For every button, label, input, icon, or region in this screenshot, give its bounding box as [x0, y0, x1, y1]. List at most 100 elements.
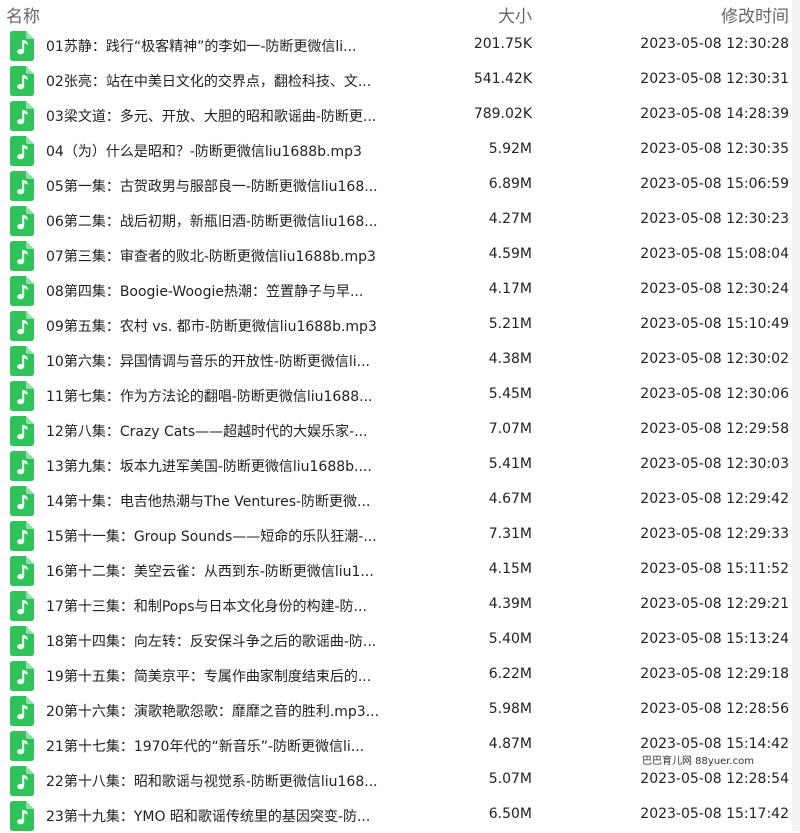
- file-row[interactable]: 16第十二集：美空云雀：从西到东-防断更微信liu1... 4.15M 2023-0…: [0, 553, 800, 588]
- music-file-icon: [10, 416, 34, 446]
- music-file-icon: [10, 171, 34, 201]
- file-size: 4.38M: [488, 351, 532, 367]
- music-file-icon: [10, 451, 34, 481]
- file-row[interactable]: 18第十四集：向左转：反安保斗争之后的歌谣曲-防... 5.40M 2023-05-…: [0, 623, 800, 658]
- file-row[interactable]: 14第十集：电吉他热潮与The Ventures-防断更微... 4.67M 202…: [0, 483, 800, 518]
- file-size: 6.89M: [488, 176, 532, 192]
- file-name[interactable]: 11第七集：作为方法论的翻唱-防断更微信liu1688...: [46, 386, 373, 406]
- file-name[interactable]: 22第十八集：昭和歌谣与视觉系-防断更微信liu168...: [46, 771, 378, 791]
- file-size: 4.27M: [488, 211, 532, 227]
- music-file-icon: [10, 731, 34, 761]
- music-file-icon: [10, 346, 34, 376]
- column-header-name[interactable]: 名称: [6, 2, 40, 27]
- file-name[interactable]: 20第十六集：演歌艳歌怨歌：靡靡之音的胜利.mp3...: [46, 701, 379, 721]
- music-file-icon: [10, 241, 34, 271]
- file-row[interactable]: 13第九集：坂本九进军美国-防断更微信liu1688b.... 5.41M 2023…: [0, 448, 800, 483]
- music-file-icon: [10, 696, 34, 726]
- file-modified-time: 2023-05-08 12:30:28: [640, 36, 789, 52]
- column-header-modified[interactable]: 修改时间: [721, 2, 789, 27]
- file-modified-time: 2023-05-08 15:17:42: [640, 806, 789, 822]
- column-header-bar: 名称 大小 修改时间: [0, 0, 800, 28]
- file-name[interactable]: 03梁文道：多元、开放、大胆的昭和歌谣曲-防断更...: [46, 106, 376, 126]
- music-file-icon: [10, 206, 34, 236]
- scrollbar[interactable]: [792, 0, 800, 831]
- file-size: 6.22M: [488, 666, 532, 682]
- column-header-size[interactable]: 大小: [498, 2, 532, 27]
- file-row[interactable]: 05第一集：古贺政男与服部良一-防断更微信liu168... 6.89M 2023-…: [0, 168, 800, 203]
- file-name[interactable]: 17第十三集：和制Pops与日本文化身份的构建-防...: [46, 596, 367, 616]
- file-size: 5.41M: [488, 456, 532, 472]
- file-list: 01苏静：践行“极客精神”的李如一-防断更微信li... 201.75K 2023-…: [0, 28, 800, 833]
- file-name[interactable]: 16第十二集：美空云雀：从西到东-防断更微信liu1...: [46, 561, 374, 581]
- file-name[interactable]: 19第十五集：简美京平：专属作曲家制度结束后的...: [46, 666, 371, 686]
- file-name[interactable]: 13第九集：坂本九进军美国-防断更微信liu1688b....: [46, 456, 372, 476]
- file-row[interactable]: 08第四集：Boogie-Woogie热潮：笠置静子与早... 4.17M 2023…: [0, 273, 800, 308]
- music-file-icon: [10, 626, 34, 656]
- file-row[interactable]: 12第八集：Crazy Cats——超越时代的大娱乐家-... 7.07M 2023…: [0, 413, 800, 448]
- file-name[interactable]: 12第八集：Crazy Cats——超越时代的大娱乐家-...: [46, 421, 368, 441]
- file-modified-time: 2023-05-08 12:29:42: [640, 491, 789, 507]
- file-name[interactable]: 02张亮：站在中美日文化的交界点，翻检科技、文...: [46, 71, 371, 91]
- music-file-icon: [10, 31, 34, 61]
- file-row[interactable]: 17第十三集：和制Pops与日本文化身份的构建-防... 4.39M 2023-05…: [0, 588, 800, 623]
- file-name[interactable]: 14第十集：电吉他热潮与The Ventures-防断更微...: [46, 491, 370, 511]
- file-name[interactable]: 09第五集：农村 vs. 都市-防断更微信liu1688b.mp3: [46, 316, 377, 336]
- file-modified-time: 2023-05-08 12:30:23: [640, 211, 789, 227]
- file-modified-time: 2023-05-08 12:30:24: [640, 281, 789, 297]
- file-size: 541.42K: [473, 71, 532, 87]
- file-name[interactable]: 05第一集：古贺政男与服部良一-防断更微信liu168...: [46, 176, 378, 196]
- file-row[interactable]: 20第十六集：演歌艳歌怨歌：靡靡之音的胜利.mp3... 5.98M 2023-05…: [0, 693, 800, 728]
- music-file-icon: [10, 591, 34, 621]
- file-modified-time: 2023-05-08 15:10:49: [640, 316, 789, 332]
- music-file-icon: [10, 766, 34, 796]
- file-modified-time: 2023-05-08 12:30:02: [640, 351, 789, 367]
- file-row[interactable]: 06第二集：战后初期，新瓶旧酒-防断更微信liu168... 4.27M 2023-…: [0, 203, 800, 238]
- file-size: 7.07M: [488, 421, 532, 437]
- file-name[interactable]: 15第十一集：Group Sounds——短命的乐队狂潮-...: [46, 526, 377, 546]
- file-modified-time: 2023-05-08 12:29:58: [640, 421, 789, 437]
- file-row[interactable]: 10第六集：异国情调与音乐的开放性-防断更微信li... 4.38M 2023-05…: [0, 343, 800, 378]
- music-file-icon: [10, 486, 34, 516]
- file-name[interactable]: 04（为）什么是昭和？-防断更微信liu1688b.mp3: [46, 141, 362, 161]
- file-row[interactable]: 07第三集：审查者的败北-防断更微信liu1688b.mp3 4.59M 2023-…: [0, 238, 800, 273]
- file-row[interactable]: 01苏静：践行“极客精神”的李如一-防断更微信li... 201.75K 2023-…: [0, 28, 800, 63]
- file-name[interactable]: 07第三集：审查者的败北-防断更微信liu1688b.mp3: [46, 246, 376, 266]
- file-row[interactable]: 15第十一集：Group Sounds——短命的乐队狂潮-... 7.31M 202…: [0, 518, 800, 553]
- file-row[interactable]: 09第五集：农村 vs. 都市-防断更微信liu1688b.mp3 5.21M 20…: [0, 308, 800, 343]
- file-row[interactable]: 02张亮：站在中美日文化的交界点，翻检科技、文... 541.42K 2023-05…: [0, 63, 800, 98]
- file-size: 5.21M: [488, 316, 532, 332]
- watermark: 巴巴育儿网 88yuer.com: [640, 752, 757, 767]
- file-name[interactable]: 06第二集：战后初期，新瓶旧酒-防断更微信liu168...: [46, 211, 378, 231]
- music-file-icon: [10, 311, 34, 341]
- music-file-icon: [10, 556, 34, 586]
- file-name[interactable]: 10第六集：异国情调与音乐的开放性-防断更微信li...: [46, 351, 370, 371]
- file-modified-time: 2023-05-08 12:30:06: [640, 386, 789, 402]
- file-modified-time: 2023-05-08 15:11:52: [640, 561, 789, 577]
- file-name[interactable]: 01苏静：践行“极客精神”的李如一-防断更微信li...: [46, 36, 357, 56]
- file-size: 4.59M: [488, 246, 532, 262]
- file-name[interactable]: 21第十七集：1970年代的“新音乐”-防断更微信li...: [46, 736, 364, 756]
- file-size: 4.67M: [488, 491, 532, 507]
- file-name[interactable]: 08第四集：Boogie-Woogie热潮：笠置静子与早...: [46, 281, 363, 301]
- music-file-icon: [10, 521, 34, 551]
- file-size: 5.45M: [488, 386, 532, 402]
- file-row[interactable]: 03梁文道：多元、开放、大胆的昭和歌谣曲-防断更... 789.02K 2023-0…: [0, 98, 800, 133]
- file-modified-time: 2023-05-08 12:30:31: [640, 71, 789, 87]
- file-modified-time: 2023-05-08 14:28:39: [640, 106, 789, 122]
- music-file-icon: [10, 136, 34, 166]
- file-size: 4.87M: [488, 736, 532, 752]
- file-size: 5.07M: [488, 771, 532, 787]
- music-file-icon: [10, 661, 34, 691]
- file-name[interactable]: 23第十九集：YMO 昭和歌谣传统里的基因突变-防...: [46, 806, 370, 826]
- file-size: 4.39M: [488, 596, 532, 612]
- file-size: 5.40M: [488, 631, 532, 647]
- file-row[interactable]: 11第七集：作为方法论的翻唱-防断更微信liu1688... 5.45M 2023-…: [0, 378, 800, 413]
- file-row[interactable]: 04（为）什么是昭和？-防断更微信liu1688b.mp3 5.92M 2023-0…: [0, 133, 800, 168]
- file-row[interactable]: 19第十五集：简美京平：专属作曲家制度结束后的... 6.22M 2023-05-0…: [0, 658, 800, 693]
- file-row[interactable]: 22第十八集：昭和歌谣与视觉系-防断更微信liu168... 5.07M 2023-…: [0, 763, 800, 798]
- file-size: 6.50M: [488, 806, 532, 822]
- file-name[interactable]: 18第十四集：向左转：反安保斗争之后的歌谣曲-防...: [46, 631, 376, 651]
- file-row[interactable]: 23第十九集：YMO 昭和歌谣传统里的基因突变-防... 6.50M 2023-05…: [0, 798, 800, 833]
- file-modified-time: 2023-05-08 12:28:56: [640, 701, 789, 717]
- file-size: 5.92M: [488, 141, 532, 157]
